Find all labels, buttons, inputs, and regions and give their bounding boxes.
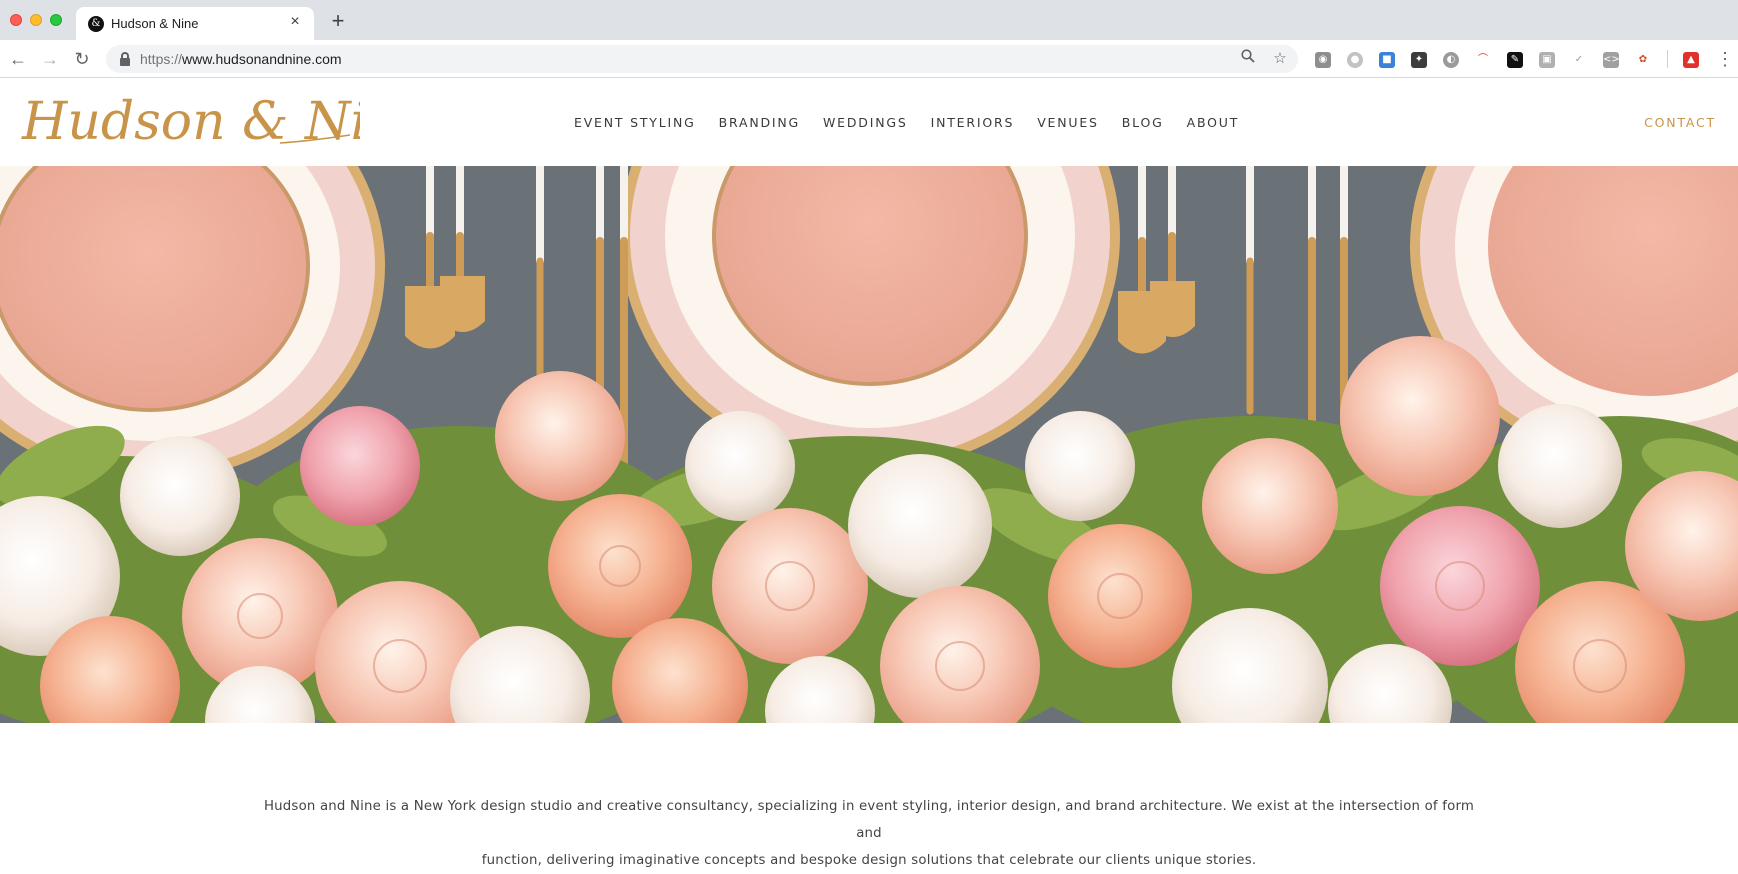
toolbar-divider bbox=[1667, 50, 1668, 68]
close-window-button[interactable] bbox=[10, 14, 22, 26]
nav-interiors[interactable]: INTERIORS bbox=[931, 115, 1015, 130]
profile-extension-icon[interactable]: ▲ bbox=[1683, 52, 1699, 68]
bookmark-star-icon[interactable]: ☆ bbox=[1270, 49, 1290, 69]
extension-icon[interactable]: ✿ bbox=[1635, 52, 1651, 68]
browser-toolbar: ← → ↻ https://www.hudsonandnine.com ☆ ◉ … bbox=[0, 40, 1738, 78]
nav-about[interactable]: ABOUT bbox=[1187, 115, 1240, 130]
browser-tabstrip: & Hudson & Nine × + bbox=[0, 0, 1738, 40]
check-extension-icon[interactable]: ✓ bbox=[1571, 52, 1587, 68]
nav-blog[interactable]: BLOG bbox=[1122, 115, 1164, 130]
forward-icon[interactable]: → bbox=[38, 47, 62, 71]
new-tab-icon[interactable]: + bbox=[326, 9, 350, 33]
address-bar[interactable]: https://www.hudsonandnine.com ☆ bbox=[106, 45, 1298, 73]
extension-icon[interactable]: ✦ bbox=[1411, 52, 1427, 68]
intro-text: Hudson and Nine is a New York design stu… bbox=[260, 793, 1478, 874]
menu-icon[interactable]: ⋮ bbox=[1716, 48, 1734, 70]
zoom-icon[interactable] bbox=[1238, 49, 1258, 69]
lock-icon[interactable] bbox=[120, 52, 130, 66]
favicon-icon: & bbox=[88, 16, 104, 32]
intro-line-1: Hudson and Nine is a New York design stu… bbox=[263, 799, 1475, 841]
site-header: Hudson & Nine EVENT STYLING BRANDING WED… bbox=[0, 79, 1738, 166]
nav-branding[interactable]: BRANDING bbox=[719, 115, 800, 130]
reload-icon[interactable]: ↻ bbox=[70, 47, 94, 71]
back-icon[interactable]: ← bbox=[6, 47, 30, 71]
extension-icon[interactable]: ■ bbox=[1379, 52, 1395, 68]
logo-text: Hudson & Nine bbox=[21, 92, 360, 152]
nav-event-styling[interactable]: EVENT STYLING bbox=[574, 115, 696, 130]
intro-line-2: function, delivering imaginative concept… bbox=[481, 853, 1257, 868]
browser-tab[interactable]: & Hudson & Nine × bbox=[76, 7, 314, 40]
url-host: www.hudsonandnine.com bbox=[182, 51, 342, 67]
url-scheme: https:// bbox=[140, 51, 183, 67]
main-nav: EVENT STYLING BRANDING WEDDINGS INTERIOR… bbox=[574, 115, 1262, 130]
nav-contact[interactable]: CONTACT bbox=[1644, 115, 1716, 130]
extension-icon[interactable]: ◐ bbox=[1443, 52, 1459, 68]
tab-title: Hudson & Nine bbox=[111, 16, 199, 31]
code-extension-icon[interactable]: <> bbox=[1603, 52, 1620, 68]
hero-image bbox=[0, 166, 1738, 723]
close-tab-icon[interactable]: × bbox=[286, 13, 304, 31]
rainbow-extension-icon[interactable]: ⌒ bbox=[1475, 52, 1491, 68]
minimize-window-button[interactable] bbox=[30, 14, 42, 26]
extension-icon[interactable]: ▣ bbox=[1539, 52, 1555, 68]
maximize-window-button[interactable] bbox=[50, 14, 62, 26]
site-logo[interactable]: Hudson & Nine bbox=[20, 85, 431, 159]
nav-venues[interactable]: VENUES bbox=[1037, 115, 1099, 130]
camera-extension-icon[interactable]: ◉ bbox=[1315, 52, 1331, 68]
extension-icon[interactable]: ● bbox=[1347, 52, 1363, 68]
url-text[interactable]: https://www.hudsonandnine.com bbox=[140, 51, 342, 67]
nav-weddings[interactable]: WEDDINGS bbox=[823, 115, 908, 130]
pen-extension-icon[interactable]: ✎ bbox=[1507, 52, 1523, 68]
